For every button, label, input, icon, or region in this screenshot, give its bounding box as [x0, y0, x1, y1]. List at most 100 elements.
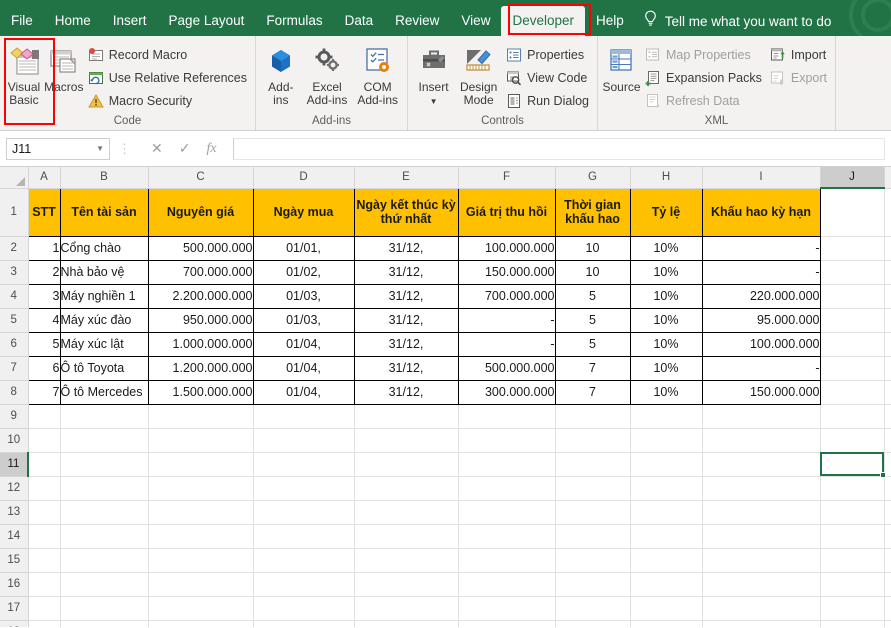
- grid-cell-empty[interactable]: [253, 476, 354, 500]
- row-header-8[interactable]: 8: [0, 380, 28, 404]
- table-cell[interactable]: 5: [555, 332, 630, 356]
- table-cell[interactable]: 3: [28, 284, 60, 308]
- formula-input[interactable]: [233, 138, 885, 160]
- grid-cell-empty[interactable]: [148, 500, 253, 524]
- spreadsheet-grid[interactable]: A B C D E F G H I J 1STTTên tài sảnNguyê…: [0, 167, 891, 627]
- grid-cell-empty[interactable]: [884, 332, 891, 356]
- table-cell[interactable]: 7: [28, 380, 60, 404]
- table-cell[interactable]: 31/12,: [354, 380, 458, 404]
- table-cell[interactable]: 01/03,: [253, 308, 354, 332]
- run-dialog-button[interactable]: Run Dialog: [502, 89, 593, 112]
- grid-cell-empty[interactable]: [253, 524, 354, 548]
- properties-button[interactable]: Properties: [502, 43, 593, 66]
- grid-cell-empty[interactable]: [630, 620, 702, 627]
- table-cell[interactable]: 150.000.000: [702, 380, 820, 404]
- row-header-17[interactable]: 17: [0, 596, 28, 620]
- grid-cell-empty[interactable]: [702, 500, 820, 524]
- record-macro-button[interactable]: Record Macro: [84, 43, 251, 66]
- grid-cell-empty[interactable]: [702, 476, 820, 500]
- grid-cell-empty[interactable]: [820, 332, 884, 356]
- column-header-D[interactable]: D: [253, 167, 354, 188]
- tab-insert[interactable]: Insert: [102, 6, 158, 36]
- grid-cell-empty[interactable]: [820, 380, 884, 404]
- grid-cell-empty[interactable]: [60, 620, 148, 627]
- row-header-15[interactable]: 15: [0, 548, 28, 572]
- cancel-formula-icon[interactable]: ✕: [151, 140, 163, 157]
- grid-cell-empty[interactable]: [884, 476, 891, 500]
- grid-cell-empty[interactable]: [354, 596, 458, 620]
- table-cell[interactable]: 10%: [630, 380, 702, 404]
- grid-cell-empty[interactable]: [884, 428, 891, 452]
- table-cell[interactable]: 31/12,: [354, 308, 458, 332]
- grid-cell-empty[interactable]: [820, 500, 884, 524]
- grid-cell-empty[interactable]: [354, 572, 458, 596]
- grid-cell-empty[interactable]: [630, 428, 702, 452]
- table-cell[interactable]: 100.000.000: [458, 236, 555, 260]
- grid-cell-empty[interactable]: [458, 476, 555, 500]
- grid-cell-empty[interactable]: [884, 380, 891, 404]
- grid-cell-empty[interactable]: [28, 404, 60, 428]
- grid-cell-empty[interactable]: [555, 620, 630, 627]
- table-cell[interactable]: Máy xúc đào: [60, 308, 148, 332]
- tab-data[interactable]: Data: [334, 6, 385, 36]
- grid-cell-empty[interactable]: [458, 428, 555, 452]
- grid-cell-empty[interactable]: [354, 548, 458, 572]
- row-header-10[interactable]: 10: [0, 428, 28, 452]
- grid-cell-empty[interactable]: [458, 620, 555, 627]
- column-header-A[interactable]: A: [28, 167, 60, 188]
- table-cell[interactable]: 10: [555, 236, 630, 260]
- grid-cell-empty[interactable]: [820, 476, 884, 500]
- source-button[interactable]: Source: [602, 41, 641, 94]
- grid-cell-empty[interactable]: [884, 404, 891, 428]
- row-header-5[interactable]: 5: [0, 308, 28, 332]
- table-cell[interactable]: 01/04,: [253, 332, 354, 356]
- grid-cell-empty[interactable]: [253, 548, 354, 572]
- grid-cell-empty[interactable]: [884, 524, 891, 548]
- table-cell[interactable]: 1.200.000.000: [148, 356, 253, 380]
- grid-cell-empty[interactable]: [60, 428, 148, 452]
- table-header-cell[interactable]: Thời gian khấu hao: [555, 188, 630, 236]
- table-cell[interactable]: -: [702, 260, 820, 284]
- table-cell[interactable]: Nhà bảo vệ: [60, 260, 148, 284]
- grid-cell-empty[interactable]: [148, 476, 253, 500]
- grid-cell-empty[interactable]: [555, 572, 630, 596]
- table-header-cell[interactable]: Ngày mua: [253, 188, 354, 236]
- visual-basic-button[interactable]: Visual Basic: [4, 41, 44, 107]
- grid-cell-empty[interactable]: [630, 596, 702, 620]
- table-cell[interactable]: 31/12,: [354, 260, 458, 284]
- table-cell[interactable]: 10%: [630, 332, 702, 356]
- grid-cell-empty[interactable]: [820, 428, 884, 452]
- grid-cell-empty[interactable]: [148, 404, 253, 428]
- grid-cell-empty[interactable]: [702, 572, 820, 596]
- grid-cell-empty[interactable]: [555, 500, 630, 524]
- row-header-16[interactable]: 16: [0, 572, 28, 596]
- table-cell[interactable]: 2.200.000.000: [148, 284, 253, 308]
- grid-cell-empty[interactable]: [820, 596, 884, 620]
- row-header-2[interactable]: 2: [0, 236, 28, 260]
- table-cell[interactable]: 10%: [630, 284, 702, 308]
- table-cell[interactable]: 300.000.000: [458, 380, 555, 404]
- grid-cell-empty[interactable]: [555, 476, 630, 500]
- grid-cell-empty[interactable]: [884, 188, 891, 236]
- grid-cell-empty[interactable]: [820, 548, 884, 572]
- table-header-cell[interactable]: Khấu hao kỳ hạn: [702, 188, 820, 236]
- row-header-11[interactable]: 11: [0, 452, 28, 476]
- table-header-cell[interactable]: Tỷ lệ: [630, 188, 702, 236]
- table-cell[interactable]: 01/03,: [253, 284, 354, 308]
- export-button[interactable]: Export: [766, 66, 831, 89]
- grid-cell-empty[interactable]: [630, 572, 702, 596]
- table-cell[interactable]: 700.000.000: [148, 260, 253, 284]
- grid-cell-empty[interactable]: [820, 404, 884, 428]
- table-cell[interactable]: 31/12,: [354, 236, 458, 260]
- table-cell[interactable]: -: [458, 308, 555, 332]
- grid-cell-empty[interactable]: [884, 260, 891, 284]
- grid-cell-empty[interactable]: [60, 524, 148, 548]
- grid-cell-empty[interactable]: [28, 452, 60, 476]
- table-cell[interactable]: Cổng chào: [60, 236, 148, 260]
- table-cell[interactable]: 01/04,: [253, 356, 354, 380]
- grid-cell-empty[interactable]: [253, 572, 354, 596]
- expansion-packs-button[interactable]: Expansion Packs: [641, 66, 766, 89]
- table-cell[interactable]: 5: [555, 308, 630, 332]
- table-cell[interactable]: 10%: [630, 236, 702, 260]
- grid-cell-empty[interactable]: [60, 572, 148, 596]
